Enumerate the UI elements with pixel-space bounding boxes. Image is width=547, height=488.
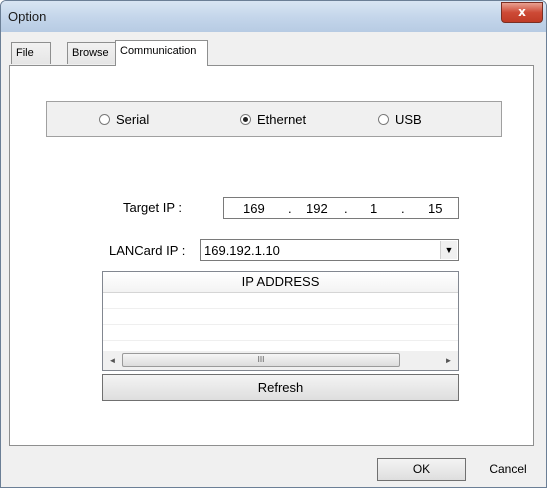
ip-octet-2: 192 <box>306 201 328 216</box>
ip-dot-2: . <box>344 201 348 216</box>
radio-ethernet[interactable]: Ethernet <box>240 112 306 127</box>
ip-octet-3: 1 <box>370 201 378 216</box>
list-row-divider <box>103 340 458 341</box>
ip-address-list[interactable]: IP ADDRESS ◄ III ► <box>102 271 459 371</box>
radio-button-checked-icon <box>240 114 251 125</box>
lancard-ip-value: 169.192.1.10 <box>204 243 280 258</box>
option-dialog: Option x File Browse Communication Seria… <box>0 0 547 488</box>
ip-octet-1: 169 <box>243 201 265 216</box>
refresh-button[interactable]: Refresh <box>102 374 459 401</box>
window-title: Option <box>8 9 47 24</box>
radio-serial-label: Serial <box>116 112 150 127</box>
close-button[interactable]: x <box>501 2 543 23</box>
ip-octet-4: 15 <box>428 201 443 216</box>
scrollbar-thumb[interactable]: III <box>122 353 400 367</box>
horizontal-scrollbar[interactable]: ◄ III ► <box>103 351 458 370</box>
scroll-left-icon[interactable]: ◄ <box>104 351 121 370</box>
radio-usb-label: USB <box>395 112 422 127</box>
tab-communication[interactable]: Communication <box>115 40 208 66</box>
chevron-down-icon[interactable]: ▼ <box>440 241 457 259</box>
radio-ethernet-label: Ethernet <box>257 112 307 127</box>
close-icon: x <box>518 5 526 19</box>
ip-dot-3: . <box>401 201 405 216</box>
ok-button[interactable]: OK <box>377 458 466 481</box>
title-bar: Option x <box>1 1 546 32</box>
radio-serial[interactable]: Serial <box>99 112 149 127</box>
target-ip-field[interactable]: 169 . 192 . 1 . 15 <box>223 197 459 219</box>
radio-usb[interactable]: USB <box>378 112 422 127</box>
tab-file[interactable]: File <box>11 42 51 64</box>
lancard-ip-dropdown[interactable]: 169.192.1.10 ▼ <box>200 239 459 261</box>
lancard-ip-label: LANCard IP : <box>109 243 186 258</box>
ip-dot-1: . <box>288 201 292 216</box>
radio-button-icon <box>378 114 389 125</box>
list-row-divider <box>103 308 458 309</box>
cancel-button[interactable]: Cancel <box>471 458 545 481</box>
ip-address-column-header[interactable]: IP ADDRESS <box>103 272 458 293</box>
radio-button-icon <box>99 114 110 125</box>
target-ip-label: Target IP : <box>123 200 183 215</box>
tab-browse[interactable]: Browse <box>67 42 116 64</box>
connection-type-group: Serial Ethernet USB <box>46 101 502 137</box>
list-row-divider <box>103 324 458 325</box>
scroll-right-icon[interactable]: ► <box>440 351 457 370</box>
